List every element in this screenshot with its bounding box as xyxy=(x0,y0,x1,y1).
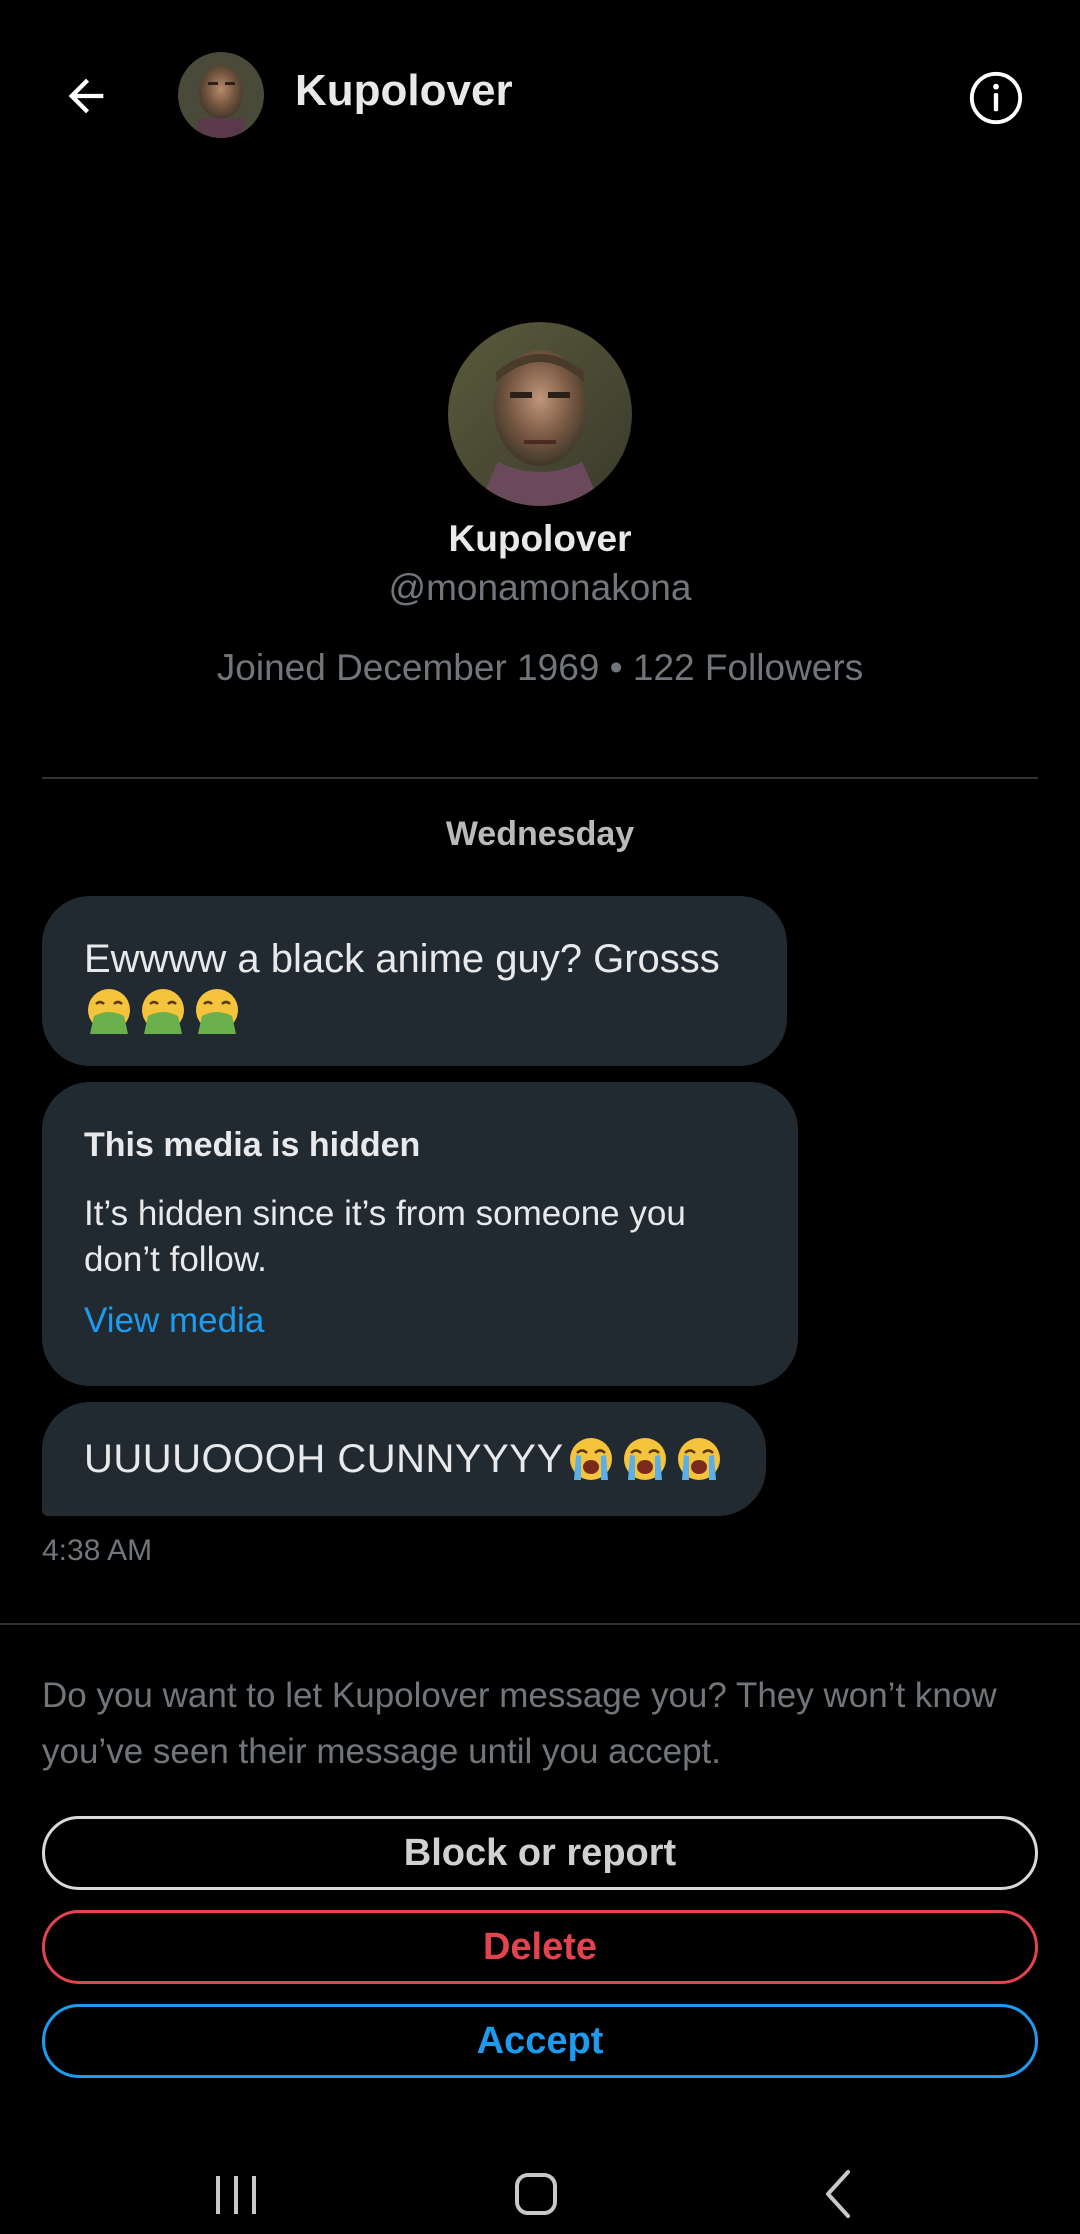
chevron-left-icon xyxy=(826,2170,850,2218)
system-back-button[interactable] xyxy=(812,2164,868,2224)
back-button[interactable] xyxy=(50,60,122,132)
info-circle-icon xyxy=(969,71,1023,125)
day-separator: Wednesday xyxy=(445,815,635,853)
accept-button[interactable]: Accept xyxy=(42,2004,1038,2078)
view-media-link[interactable]: View media xyxy=(84,1301,264,1341)
hidden-media-title: This media is hidden xyxy=(84,1126,421,1164)
block-or-report-button[interactable]: Block or report xyxy=(42,1816,1038,1890)
profile-meta: Joined December 1969 • 122 Followers xyxy=(216,647,864,688)
emoji-row xyxy=(566,1434,724,1484)
loudly-crying-face-icon xyxy=(677,1438,720,1480)
message-text: Ewwww a black anime guy? Grosss xyxy=(84,937,720,981)
profile-avatar[interactable] xyxy=(448,322,632,506)
message-timestamp: 4:38 AM xyxy=(42,1534,153,1567)
message-bubble[interactable]: Ewwww a black anime guy? Grosss xyxy=(42,896,787,1066)
home-button[interactable] xyxy=(508,2166,564,2222)
dm-request-screen: Kupolover Kupolover @monamonakona Joined… xyxy=(0,0,1080,2234)
profile-handle: @monamonakona xyxy=(388,567,692,608)
avatar-image xyxy=(448,322,632,506)
home-icon xyxy=(515,2173,557,2215)
header-avatar[interactable] xyxy=(178,52,264,138)
message-bubble[interactable]: UUUUOOOH CUNNYYYY xyxy=(42,1402,766,1516)
emoji-row xyxy=(84,986,745,1036)
message-text: UUUUOOOH CUNNYYYY xyxy=(84,1436,564,1481)
divider xyxy=(0,1623,1080,1625)
top-app-bar: Kupolover xyxy=(0,0,1080,190)
arrow-left-icon xyxy=(68,78,104,114)
profile-name: Kupolover xyxy=(448,518,632,559)
system-navigation-bar xyxy=(0,2150,1080,2234)
loudly-crying-face-icon xyxy=(569,1438,612,1480)
avatar-image xyxy=(178,52,264,138)
hidden-media-description: It’s hidden since it’s from someone you … xyxy=(84,1194,686,1279)
loudly-crying-face-icon xyxy=(623,1438,666,1480)
vomiting-face-icon xyxy=(142,989,184,1034)
hidden-media-bubble: This media is hidden It’s hidden since i… xyxy=(42,1082,798,1386)
delete-button[interactable]: Delete xyxy=(42,1910,1038,1984)
recents-icon xyxy=(216,2176,256,2214)
info-button[interactable] xyxy=(960,62,1032,134)
divider xyxy=(42,777,1038,779)
vomiting-face-icon xyxy=(88,989,130,1034)
message-request-prompt: Do you want to let Kupolover message you… xyxy=(42,1676,997,1771)
vomiting-face-icon xyxy=(196,989,238,1034)
recents-button[interactable] xyxy=(208,2168,264,2222)
conversation-title: Kupolover xyxy=(295,66,513,115)
